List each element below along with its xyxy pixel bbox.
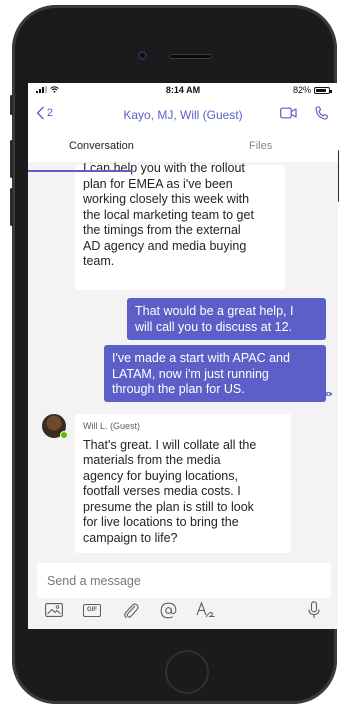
video-camera-icon[interactable] [280,107,297,119]
status-time: 8:14 AM [165,85,201,95]
message-text: agency for buying locations, [83,468,238,483]
battery-icon [314,86,332,94]
message-text: for live locations to bring the [83,515,239,529]
tab-conversation[interactable]: Conversation [69,140,134,152]
tab-files[interactable]: Files [249,140,272,152]
format-icon[interactable] [196,601,216,619]
compose-box [37,563,331,598]
message-text: team. [83,254,115,268]
front-camera [138,51,147,60]
home-button[interactable] [165,650,209,694]
avatar[interactable] [42,414,68,439]
message-text: That would be a great help, I [135,304,294,318]
message-bubble[interactable]: I've made a start with APAC and LATAM, n… [104,345,326,402]
message-text: through the plan for US. [112,382,245,396]
compose-toolbar: GIF [28,601,338,627]
message-text: working closely this week with [83,192,250,206]
message-text: plan for EMEA as i've been [83,176,233,191]
mention-icon[interactable] [160,602,177,619]
message-text: materials from the media [83,453,221,467]
mute-switch [10,95,13,115]
volume-down-button [10,188,13,226]
app-screen: 8:14 AM 82% 2 Kayo, MJ, Will (Guest) Con… [28,83,338,629]
message-bubble[interactable]: Will L. (Guest) That's great. I will col… [75,414,291,553]
message-text: the local marketing team to get [83,207,254,222]
chat-header: 2 Kayo, MJ, Will (Guest) [28,99,338,129]
active-tab-indicator [28,170,132,172]
message-text: AD agency and media buying [83,238,247,253]
presence-available-icon [60,431,68,439]
message-text: LATAM, now i'm just running [112,366,269,381]
read-receipt-icon [324,392,333,396]
battery-percent: 82% [292,85,311,95]
message-bubble[interactable]: That would be a great help, I will call … [127,298,326,340]
message-text: presume the plan is still to look [83,499,254,514]
message-bubble[interactable]: I can help you with the rollout plan for… [75,161,285,290]
message-text: I can help you with the rollout [83,161,245,175]
volume-up-button [10,140,13,178]
gif-icon[interactable]: GIF [83,604,101,617]
message-text: footfall verses media costs. I [83,484,241,498]
earpiece-speaker [169,54,212,59]
message-text: campaign to life? [83,530,178,545]
status-bar: 8:14 AM 82% [28,83,338,99]
sender-name: Will L. (Guest) [83,421,141,431]
message-text: the timings from the external [83,223,241,237]
tab-bar-overlay: Conversation Files [28,129,338,172]
message-text: I've made a start with APAC and [112,351,290,365]
image-icon[interactable] [45,603,63,617]
phone-icon[interactable] [315,106,328,120]
message-text: That's great. I will collate all the [83,437,257,452]
message-input[interactable] [37,563,331,598]
message-text: will call you to discuss at 12. [135,319,293,334]
microphone-icon[interactable] [308,601,320,619]
battery-group: 82% [292,85,332,95]
attach-icon[interactable] [123,602,139,619]
